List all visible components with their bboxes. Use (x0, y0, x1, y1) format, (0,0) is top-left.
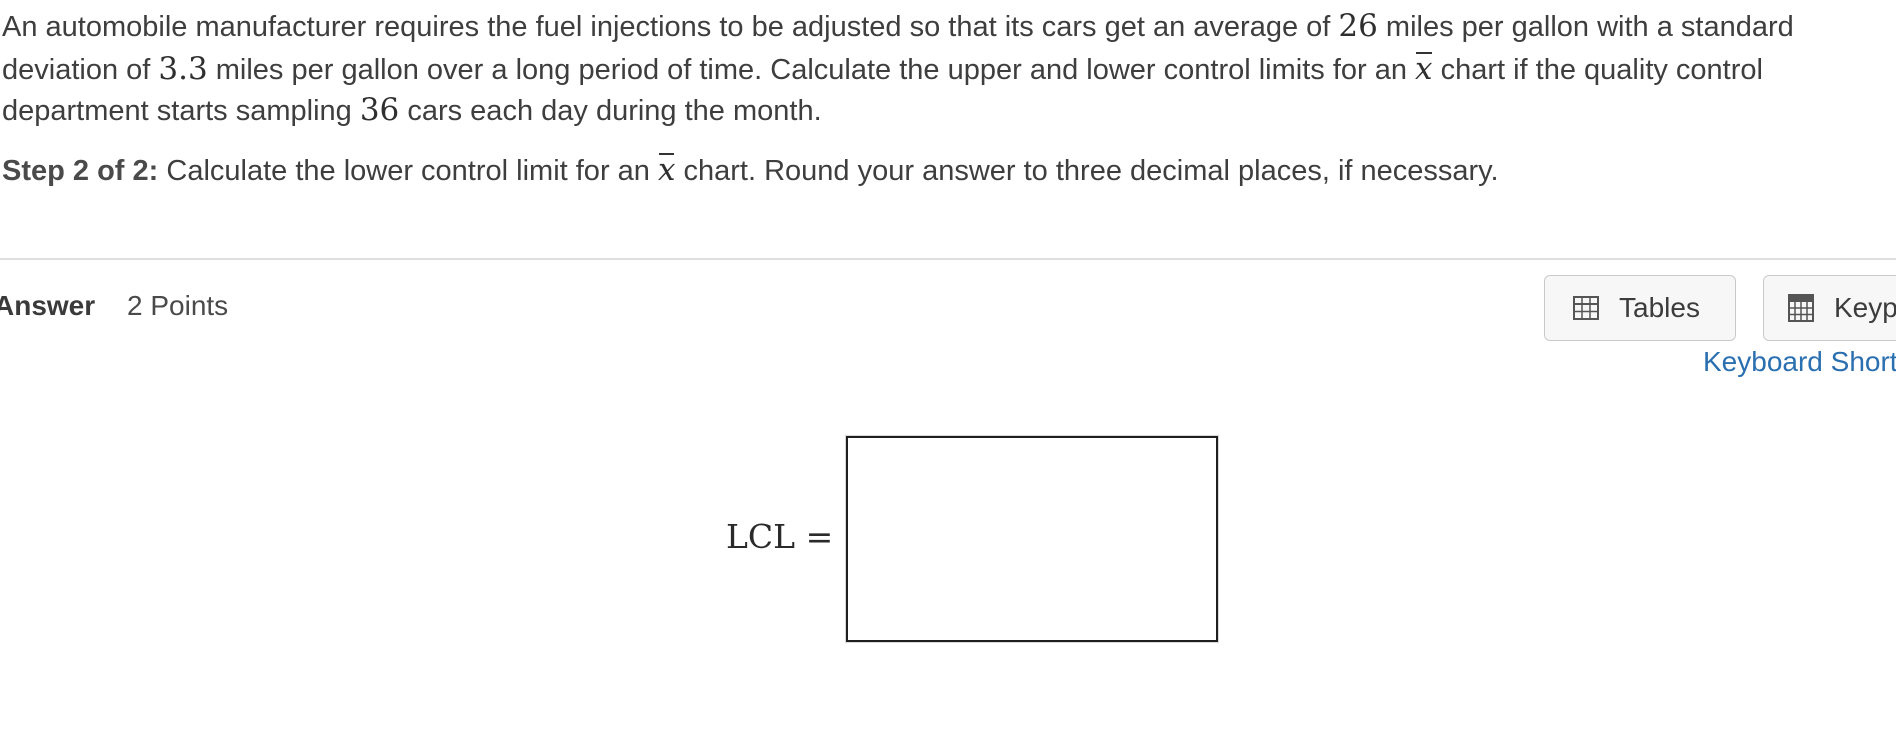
step-text-part: chart. Round your answer to three decima… (675, 155, 1499, 187)
sd-value: 3.3 (158, 51, 208, 87)
keypad-button[interactable]: Keypad (1763, 275, 1896, 341)
xbar-symbol: x (658, 148, 675, 190)
problem-text-part: cars each day during the month. (399, 95, 822, 127)
step-label: Step 2 of 2: (2, 155, 159, 187)
lcl-label: LCL = (726, 517, 834, 556)
step-text-part: Calculate the lower control limit for an (158, 155, 658, 187)
keyboard-shortcuts-link[interactable]: Keyboard Shortcuts (1703, 346, 1896, 378)
step-instruction: Step 2 of 2: Calculate the lower control… (2, 148, 1499, 191)
points-label: 2 Points (127, 290, 229, 321)
tables-button[interactable]: Tables (1544, 275, 1736, 341)
xbar-symbol: x (1415, 47, 1432, 89)
problem-text-part: An automobile manufacturer requires the … (2, 11, 1339, 43)
problem-statement: An automobile manufacturer requires the … (2, 6, 1882, 131)
problem-text: An automobile manufacturer requires the … (2, 6, 1882, 131)
section-divider (0, 258, 1896, 260)
mean-value: 26 (1338, 8, 1378, 44)
lcl-answer-input[interactable] (846, 436, 1218, 642)
sample-size-value: 36 (359, 92, 400, 128)
problem-text-part: miles per gallon over a long period of t… (207, 54, 1416, 86)
keypad-button-label: Keypad (1834, 292, 1896, 323)
answer-label: Answer (0, 290, 96, 321)
table-grid-icon (1573, 296, 1599, 320)
calculator-icon (1788, 294, 1814, 322)
tables-button-label: Tables (1619, 292, 1700, 323)
